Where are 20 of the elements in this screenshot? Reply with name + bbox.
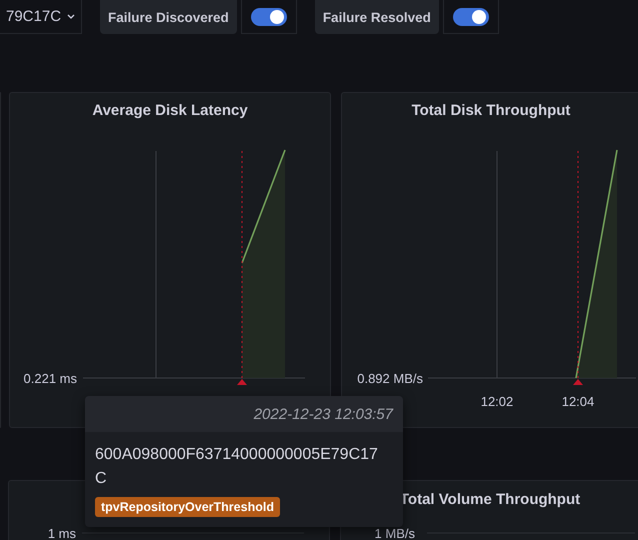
annotation-marker-icon[interactable] bbox=[573, 378, 583, 385]
panel-title: Average Disk Latency bbox=[91, 101, 249, 122]
toggle-switch[interactable] bbox=[250, 8, 287, 26]
toggle-label: Failure Resolved bbox=[314, 0, 439, 34]
alert-tag: tpvRepositoryOverThreshold bbox=[95, 497, 280, 517]
y-tick-label: 1 MB/s bbox=[374, 526, 415, 540]
tooltip-text: 600A098000F63714000000005E79C17C bbox=[95, 445, 379, 489]
y-tick-label: 0.892 MB/s bbox=[357, 370, 423, 386]
caret-icon bbox=[67, 14, 76, 19]
y-tick-label: 1 ms bbox=[48, 526, 76, 540]
x-tick-label: 12:02 bbox=[480, 394, 514, 409]
annotation-marker-icon[interactable] bbox=[237, 378, 247, 385]
panel-title: Total Volume Throughput bbox=[400, 490, 580, 508]
tooltip-time: 2022-12-23 12:03:57 bbox=[254, 406, 393, 422]
toggle-switch[interactable] bbox=[452, 8, 489, 26]
toggle-label: Failure Discovered bbox=[100, 0, 237, 34]
x-tick-label: 12:04 bbox=[562, 394, 594, 409]
device-dropdown[interactable]: 79C17C bbox=[0, 0, 82, 34]
y-tick-label: 0.221 ms bbox=[24, 370, 77, 386]
panel-title: Total Disk Throughput bbox=[410, 101, 572, 122]
